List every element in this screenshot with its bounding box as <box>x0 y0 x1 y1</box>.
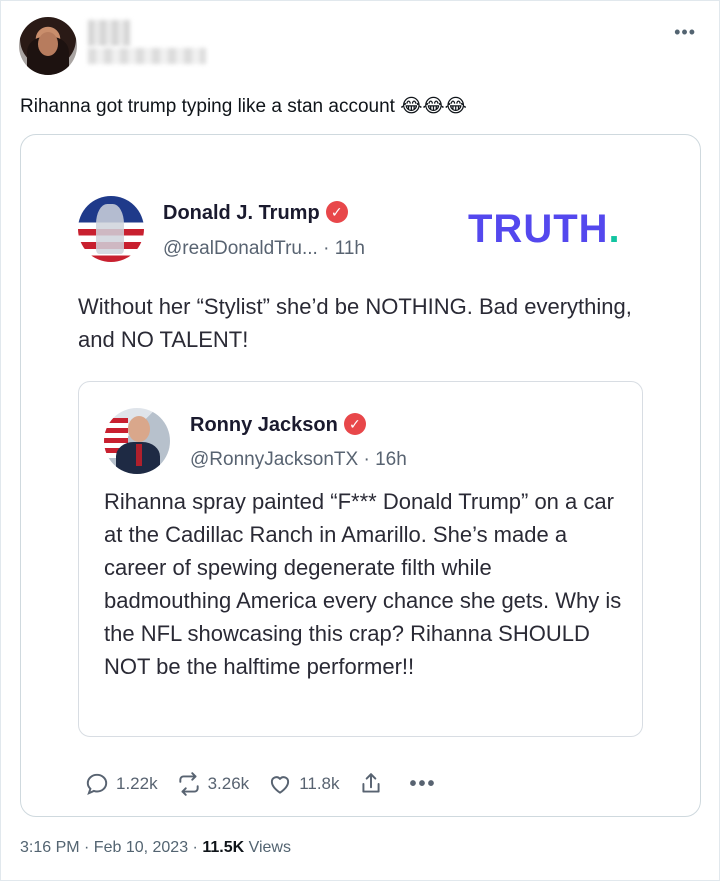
statue-bust <box>96 204 124 254</box>
embedded-post-body: Without her “Stylist” she’d be NOTHING. … <box>78 294 632 352</box>
ronny-jackson-avatar <box>104 408 170 474</box>
more-options-button[interactable]: ••• <box>674 22 696 43</box>
retruth-count: 3.26k <box>207 774 250 793</box>
quoted-author-name-text: Ronny Jackson <box>190 414 338 436</box>
tweet-metadata: 3:16 PM · Feb 10, 2023 · 11.5K Views <box>20 839 291 857</box>
trump-avatar <box>78 196 144 262</box>
author-handle-redacted[interactable] <box>88 48 206 64</box>
tweet-text: Rihanna got trump typing like a stan acc… <box>20 96 467 117</box>
verified-check-icon: ✓ <box>343 412 366 435</box>
like-action: 11.8k <box>267 771 340 797</box>
embedded-author-name-text: Donald J. Trump <box>163 202 320 224</box>
verified-check-icon: ✓ <box>325 200 348 223</box>
embedded-author-handle: @realDonaldTru... · 11h <box>163 238 365 260</box>
heart-icon <box>271 776 290 794</box>
embedded-handle-text: @realDonaldTru... <box>163 238 318 259</box>
author-avatar[interactable] <box>19 17 77 75</box>
quoted-author-handle: @RonnyJacksonTX · 16h <box>190 449 407 471</box>
like-count: 11.8k <box>299 774 340 793</box>
reply-icon <box>86 773 108 796</box>
embedded-author-name: Donald J. Trump ✓ <box>163 200 348 225</box>
tie-graphic <box>136 444 142 466</box>
truth-logo-dot: . <box>608 207 621 251</box>
share-action <box>358 771 390 797</box>
views-label: Views <box>244 839 291 856</box>
retruth-action: 3.26k <box>176 771 250 797</box>
head-graphic <box>128 416 150 442</box>
quoted-post-body: Rihanna spray painted “F*** Donald Trump… <box>104 489 622 679</box>
quoted-time: · 16h <box>358 449 407 470</box>
embedded-time: · 11h <box>317 238 365 259</box>
truth-social-logo: TRUTH. <box>468 207 621 252</box>
retruth-icon <box>178 772 199 796</box>
reply-action: 1.22k <box>84 771 158 797</box>
quoted-author-name: Ronny Jackson ✓ <box>190 412 366 437</box>
avatar-face <box>38 32 58 56</box>
embedded-action-bar: 1.22k 3.26k 11.8k ••• <box>84 768 437 800</box>
share-icon <box>361 773 380 793</box>
quoted-handle-text: @RonnyJacksonTX <box>190 449 359 470</box>
embedded-more-icon: ••• <box>409 772 437 795</box>
author-name-redacted[interactable] <box>88 20 130 46</box>
truth-logo-text: TRUTH <box>468 207 609 251</box>
reply-count: 1.22k <box>116 774 158 793</box>
views-count: 11.5K <box>202 839 245 856</box>
timestamp[interactable]: 3:16 PM · Feb 10, 2023 · <box>20 839 202 856</box>
